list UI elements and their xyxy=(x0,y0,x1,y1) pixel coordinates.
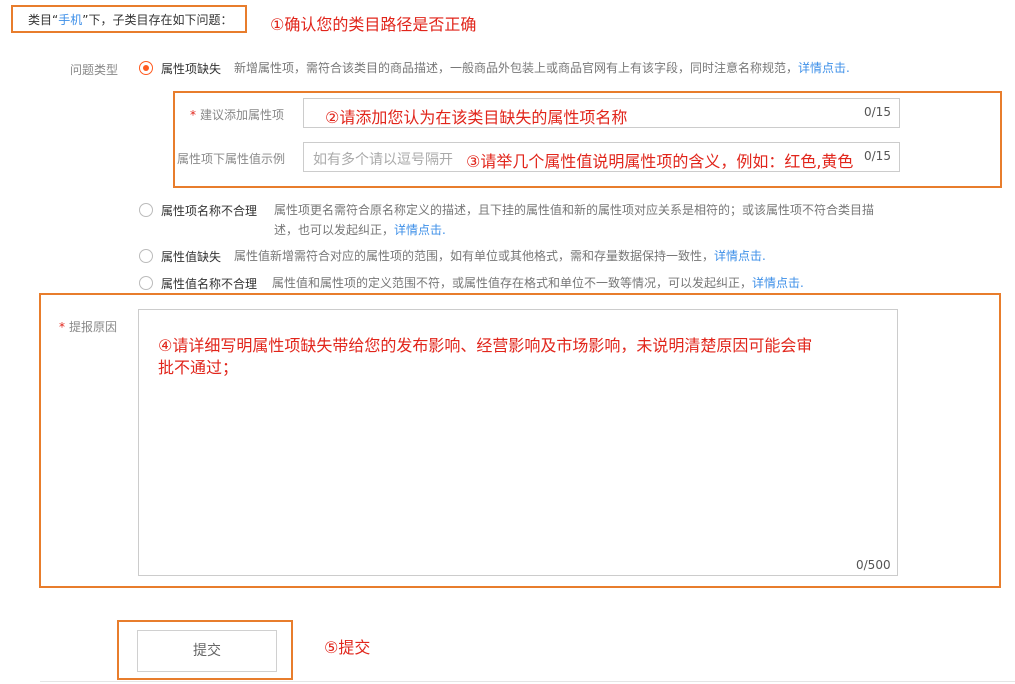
category-path-text: 类目“手机”下，子类目存在如下问题： xyxy=(28,13,233,27)
option-attribute-name-unreasonable-label[interactable]: 属性项名称不合理 xyxy=(161,202,257,219)
option-attribute-value-name-unreasonable-label[interactable]: 属性值名称不合理 xyxy=(161,275,257,292)
suggest-attr-label: * 建议添加属性项 xyxy=(190,108,285,122)
bottom-divider xyxy=(40,681,1015,682)
annotation-1: ①确认您的类目路径是否正确 xyxy=(270,15,477,34)
detail-link-3[interactable]: 详情点击. xyxy=(714,249,766,263)
reason-label: * 提报原因 xyxy=(59,320,118,334)
annotation-4: ④请详细写明属性项缺失带给您的发布影响、经营影响及市场影响，未说明清楚原因可能会… xyxy=(158,336,813,377)
issue-type-label: 问题类型 xyxy=(70,63,119,77)
annotation-5: ⑤提交 xyxy=(324,638,371,657)
annotation-3: ③请举几个属性值说明属性项的含义，例如：红色,黄色 xyxy=(466,152,854,171)
option-attribute-name-unreasonable-desc: 属性项更名需符合原名称定义的描述，且下挂的属性值和新的属性项对应关系是相符的；或… xyxy=(274,203,875,237)
option-missing-attribute-value-label[interactable]: 属性值缺失 xyxy=(161,248,221,265)
radio-missing-attribute-value[interactable] xyxy=(139,249,153,263)
reason-counter: 0/500 xyxy=(856,558,891,572)
detail-link-4[interactable]: 详情点击. xyxy=(752,276,804,290)
suggest-attr-counter: 0/15 xyxy=(864,105,891,119)
option-missing-attribute-value-desc: 属性值新增需符合对应的属性项的范围，如有单位或其他格式，需和存量数据保持一致性，… xyxy=(234,249,766,263)
annotation-2: ②请添加您认为在该类目缺失的属性项名称 xyxy=(325,108,628,127)
option-attribute-value-name-unreasonable-desc: 属性值和属性项的定义范围不符，或属性值存在格式和单位不一致等情况，可以发起纠正，… xyxy=(272,276,804,290)
attr-value-example-label: 属性项下属性值示例 xyxy=(177,152,286,166)
detail-link-2[interactable]: 详情点击. xyxy=(394,223,446,237)
attr-value-example-counter: 0/15 xyxy=(864,149,891,163)
radio-attribute-value-name-unreasonable[interactable] xyxy=(139,276,153,290)
detail-link-1[interactable]: 详情点击. xyxy=(798,61,850,75)
attr-value-example-placeholder: 如有多个请以逗号隔开 xyxy=(313,152,453,168)
option-missing-attribute-desc: 新增属性项，需符合该类目的商品描述，一般商品外包装上或商品官网有上有该字段，同时… xyxy=(234,61,850,75)
radio-attribute-name-unreasonable[interactable] xyxy=(139,203,153,217)
submit-button[interactable]: 提交 xyxy=(137,630,277,672)
radio-missing-attribute[interactable] xyxy=(139,61,153,75)
option-missing-attribute-label[interactable]: 属性项缺失 xyxy=(161,60,221,77)
category-name[interactable]: 手机 xyxy=(58,13,82,27)
